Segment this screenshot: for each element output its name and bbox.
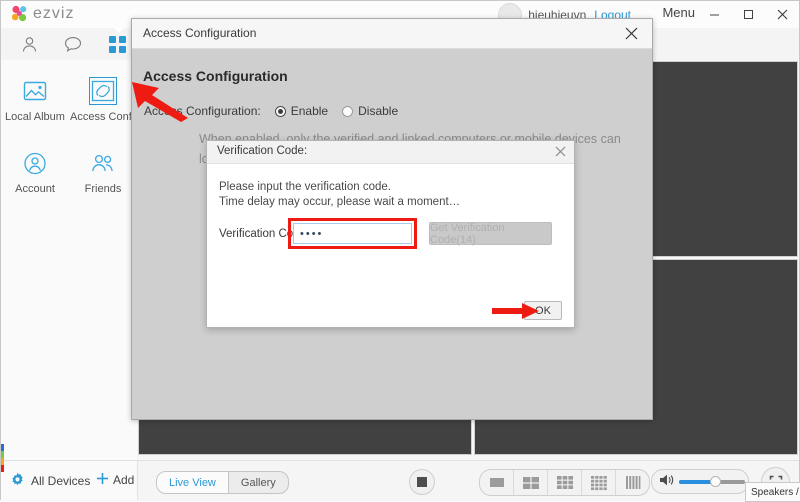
- close-icon[interactable]: [614, 19, 648, 47]
- flyout-item-friends[interactable]: Friends: [69, 141, 137, 213]
- link-icon: [90, 78, 116, 104]
- access-dialog-titlebar: Access Configuration: [132, 19, 652, 49]
- app-brand-text: ezviz: [33, 5, 74, 23]
- close-button[interactable]: [765, 1, 799, 28]
- ezviz-logo-icon: [11, 5, 30, 23]
- radio-enable[interactable]: [275, 106, 286, 117]
- volume-control[interactable]: [651, 469, 749, 494]
- app-logo: ezviz: [11, 5, 74, 23]
- all-devices-label: All Devices: [31, 474, 90, 488]
- flyout-item-label: Local Album: [5, 111, 65, 123]
- window-controls: [697, 1, 799, 28]
- access-configuration-label: Access Configuration:: [144, 104, 261, 118]
- flyout-item-local-album[interactable]: Local Album: [1, 69, 69, 141]
- access-configuration-field: Access Configuration: Enable Disable: [144, 104, 398, 118]
- flyout-item-account[interactable]: Account: [1, 141, 69, 213]
- ok-button[interactable]: OK: [524, 301, 562, 320]
- account-icon[interactable]: [13, 33, 45, 55]
- verification-dialog-titlebar: Verification Code:: [207, 141, 574, 164]
- all-devices-button[interactable]: All Devices: [10, 472, 90, 490]
- speakers-tooltip: Speakers /: [745, 482, 800, 502]
- menu-button[interactable]: Menu: [662, 5, 695, 20]
- layout-3x3-button[interactable]: [547, 470, 581, 495]
- tab-live-view[interactable]: Live View: [157, 472, 228, 493]
- view-mode-tabs: Live View Gallery: [156, 471, 289, 494]
- friends-icon: [90, 150, 116, 176]
- gear-icon: [10, 472, 25, 490]
- image-icon: [22, 78, 48, 104]
- close-icon[interactable]: [551, 143, 569, 160]
- apps-flyout-grid: Local Album Access Confi.: [1, 69, 137, 213]
- access-dialog-heading: Access Configuration: [143, 68, 288, 84]
- person-circle-icon: [22, 150, 48, 176]
- apps-menu-caret-icon: [113, 27, 125, 33]
- tab-gallery[interactable]: Gallery: [228, 472, 288, 493]
- access-dialog-title: Access Configuration: [143, 26, 256, 40]
- layout-4x4-button[interactable]: [581, 470, 615, 495]
- layout-button-group: [479, 469, 650, 496]
- flyout-item-access-configuration[interactable]: Access Confi.: [69, 69, 137, 141]
- stop-icon: [417, 477, 427, 487]
- radio-disable-label[interactable]: Disable: [358, 104, 398, 118]
- flyout-item-label: Friends: [85, 183, 122, 195]
- maximize-button[interactable]: [731, 1, 765, 28]
- verification-input-highlight-annotation: [288, 218, 417, 249]
- radio-disable[interactable]: [342, 106, 353, 117]
- apps-grid-icon[interactable]: [101, 33, 133, 55]
- flyout-item-label: Account: [15, 183, 55, 195]
- add-device-button[interactable]: Add: [96, 472, 134, 488]
- volume-knob[interactable]: [710, 476, 721, 487]
- minimize-button[interactable]: [697, 1, 731, 28]
- chat-icon[interactable]: [57, 33, 89, 55]
- add-device-label: Add: [113, 473, 134, 487]
- speaker-icon[interactable]: [659, 473, 674, 490]
- radio-enable-label[interactable]: Enable: [291, 104, 328, 118]
- verification-code-dialog: Verification Code: Please input the veri…: [206, 140, 575, 328]
- device-bar: All Devices Add: [1, 461, 138, 500]
- verification-instruction-line2: Time delay may occur, please wait a mome…: [219, 196, 460, 208]
- apps-flyout-panel: Local Album Access Confi.: [1, 60, 138, 460]
- verification-instruction-line1: Please input the verification code.: [219, 181, 391, 193]
- volume-slider[interactable]: [679, 480, 745, 484]
- stop-all-button[interactable]: [409, 469, 435, 495]
- get-verification-code-button[interactable]: Get Verification Code(14): [429, 222, 552, 245]
- color-edge-stripe: [1, 444, 4, 472]
- layout-1x1-button[interactable]: [480, 470, 513, 495]
- flyout-item-label: Access Confi.: [70, 111, 136, 123]
- layout-2x2-button[interactable]: [513, 470, 547, 495]
- plus-icon: [96, 472, 109, 488]
- verification-dialog-title: Verification Code:: [217, 145, 307, 157]
- layout-strips-button[interactable]: [615, 470, 649, 495]
